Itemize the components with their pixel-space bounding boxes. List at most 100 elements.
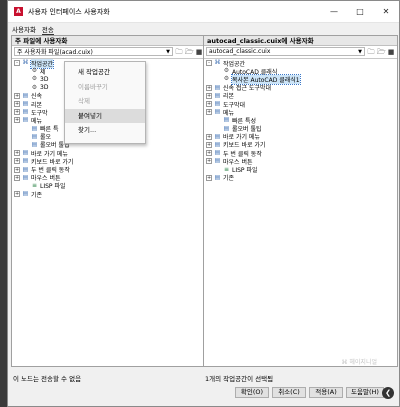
maximize-button[interactable]: □ bbox=[347, 1, 373, 23]
expand-toggle[interactable]: + bbox=[206, 92, 212, 99]
right-file-dropdown[interactable]: autocad_classic.cuix ▼ bbox=[206, 47, 365, 56]
gear-icon: ⚙ bbox=[31, 75, 38, 83]
expand-toggle[interactable]: + bbox=[206, 150, 212, 157]
right-pane-toolbar: autocad_classic.cuix ▼ 🗀 🗁 ■ bbox=[204, 46, 397, 57]
workspace-icon: ⌘ bbox=[214, 59, 221, 67]
left-pane-toolbar: 주 사용자화 파일(acad.cuix) ▼ 🗀 🗁 ■ bbox=[12, 46, 205, 57]
tree-node-label: 제 bbox=[40, 68, 46, 76]
expand-toggle[interactable]: + bbox=[14, 117, 20, 124]
folder-icon[interactable]: 🗁 bbox=[185, 48, 194, 56]
folder-icon: ▤ bbox=[214, 100, 221, 108]
folder-icon: ▤ bbox=[214, 140, 221, 148]
expand-toggle[interactable]: + bbox=[14, 92, 20, 99]
expand-toggle[interactable]: + bbox=[14, 174, 20, 181]
collapse-toggle[interactable]: - bbox=[206, 60, 212, 67]
folder-icon: ▤ bbox=[214, 132, 221, 140]
save-icon[interactable]: ■ bbox=[387, 48, 395, 56]
right-file-dropdown-value: autocad_classic.cuix bbox=[209, 48, 271, 55]
help-button[interactable]: 도움말(H) bbox=[346, 387, 384, 398]
tree-node-label: 3D bbox=[40, 75, 49, 83]
context-menu-item: 이름바꾸기 bbox=[78, 82, 108, 91]
folder-icon: ▤ bbox=[22, 116, 29, 124]
folder-icon: ▤ bbox=[31, 124, 38, 132]
tree-node-label: LISP 파일 bbox=[232, 167, 258, 175]
right-pane: autocad_classic.cuix에 사용자화 autocad_class… bbox=[203, 35, 398, 367]
context-menu-item[interactable]: 붙여넣기 bbox=[65, 108, 145, 123]
open-folder-icon[interactable]: 🗀 bbox=[367, 48, 375, 56]
expand-toggle[interactable]: + bbox=[14, 150, 20, 157]
folder-icon: ▤ bbox=[22, 149, 29, 157]
tab-bar: 사용자화 전송 bbox=[8, 23, 399, 35]
folder-icon: ▤ bbox=[31, 140, 38, 148]
chevron-down-icon: ▼ bbox=[166, 48, 170, 55]
context-menu-item[interactable]: 찾기... bbox=[65, 123, 145, 138]
right-tree[interactable]: - ⌘ 작업공간 ⚙ AutoCAD 클래식 ⚙ 복사본 AutoCAD 클래식1 + ▤ 신속 … bbox=[204, 58, 397, 366]
folder-icon: ▤ bbox=[214, 173, 221, 181]
watermark: ⌘ 헤이지니얼 bbox=[341, 359, 377, 366]
workspace-icon: ⌘ bbox=[22, 59, 29, 67]
collapse-toggle[interactable]: - bbox=[14, 60, 20, 67]
apply-button[interactable]: 적용(A) bbox=[309, 387, 343, 398]
background-desktop bbox=[0, 0, 7, 407]
tree-node[interactable]: + ▤ 기존 bbox=[12, 190, 205, 199]
close-button[interactable]: ✕ bbox=[373, 1, 399, 23]
tree-node-label: 기존 bbox=[223, 175, 235, 183]
expand-toggle[interactable]: + bbox=[14, 158, 20, 165]
ok-button[interactable]: 확인(O) bbox=[235, 387, 269, 398]
gear-icon: ⚙ bbox=[31, 67, 38, 75]
expand-toggle[interactable]: + bbox=[14, 191, 20, 198]
tree-node[interactable]: + ▤ 기존 bbox=[204, 174, 397, 182]
expand-toggle[interactable]: + bbox=[206, 174, 212, 181]
expand-toggle[interactable]: + bbox=[206, 141, 212, 148]
open-folder-icon[interactable]: 🗀 bbox=[175, 48, 183, 56]
tree-node-label: 기존 bbox=[31, 191, 43, 199]
folder-icon: ▤ bbox=[31, 132, 38, 140]
cancel-button[interactable]: 취소(C) bbox=[272, 387, 306, 398]
left-status-text: 이 노드는 전송할 수 없음 bbox=[13, 375, 82, 383]
folder-icon: ▤ bbox=[214, 157, 221, 165]
expand-toggle[interactable]: + bbox=[14, 109, 20, 116]
folder-icon: ▤ bbox=[22, 165, 29, 173]
expand-arrow-icon[interactable]: ❮ bbox=[382, 387, 394, 399]
folder-icon: ▤ bbox=[22, 173, 29, 181]
gear-icon: ⚙ bbox=[223, 67, 230, 75]
expand-toggle[interactable]: + bbox=[206, 101, 212, 108]
folder-icon: ▤ bbox=[214, 91, 221, 99]
tab-transfer[interactable]: 전송 bbox=[41, 24, 54, 35]
folder-icon: ▤ bbox=[214, 83, 221, 91]
gear-icon: ⚙ bbox=[223, 75, 230, 83]
folder-icon: ▤ bbox=[22, 100, 29, 108]
folder-icon: ▤ bbox=[22, 108, 29, 116]
chevron-down-icon: ▼ bbox=[358, 48, 362, 55]
folder-icon: ▤ bbox=[22, 157, 29, 165]
expand-toggle[interactable]: + bbox=[14, 166, 20, 173]
expand-toggle[interactable]: + bbox=[206, 133, 212, 140]
expand-toggle[interactable]: + bbox=[206, 158, 212, 165]
expand-toggle[interactable]: + bbox=[14, 101, 20, 108]
folder-icon: ▤ bbox=[223, 116, 230, 124]
tab-customize[interactable]: 사용자화 bbox=[12, 24, 36, 34]
folder-icon[interactable]: 🗁 bbox=[377, 48, 386, 56]
folder-icon: ▤ bbox=[214, 108, 221, 116]
minimize-button[interactable]: — bbox=[321, 1, 347, 23]
folder-icon: ▤ bbox=[22, 190, 29, 198]
tree-node-label: LISP 파일 bbox=[40, 183, 66, 191]
right-status-text: 1개의 작업공간이 선택됨 bbox=[205, 375, 274, 383]
title-bar: A 사용자 인터페이스 사용자화 — □ ✕ bbox=[8, 1, 399, 23]
cui-dialog: A 사용자 인터페이스 사용자화 — □ ✕ 사용자화 전송 주 파일에 사용자… bbox=[7, 0, 400, 407]
context-menu-item[interactable]: 새 작업공간 bbox=[65, 65, 145, 80]
right-pane-header: autocad_classic.cuix에 사용자화 bbox=[204, 36, 397, 46]
window-title: 사용자 인터페이스 사용자화 bbox=[28, 7, 110, 16]
folder-icon: ▤ bbox=[22, 91, 29, 99]
left-file-dropdown-value: 주 사용자화 파일(acad.cuix) bbox=[17, 49, 93, 56]
tree-node-label: 3D bbox=[40, 84, 49, 92]
lisp-icon: ≡ bbox=[223, 165, 230, 173]
left-file-dropdown[interactable]: 주 사용자화 파일(acad.cuix) ▼ bbox=[14, 47, 173, 56]
save-icon[interactable]: ■ bbox=[195, 48, 203, 56]
context-menu: 새 작업공간이름바꾸기삭제붙여넣기 찾기... bbox=[64, 61, 146, 144]
expand-toggle[interactable]: + bbox=[206, 84, 212, 91]
expand-toggle[interactable]: + bbox=[206, 109, 212, 116]
lisp-icon: ≡ bbox=[31, 181, 38, 189]
folder-icon: ▤ bbox=[223, 124, 230, 132]
context-menu-item: 삭제 bbox=[78, 97, 90, 105]
